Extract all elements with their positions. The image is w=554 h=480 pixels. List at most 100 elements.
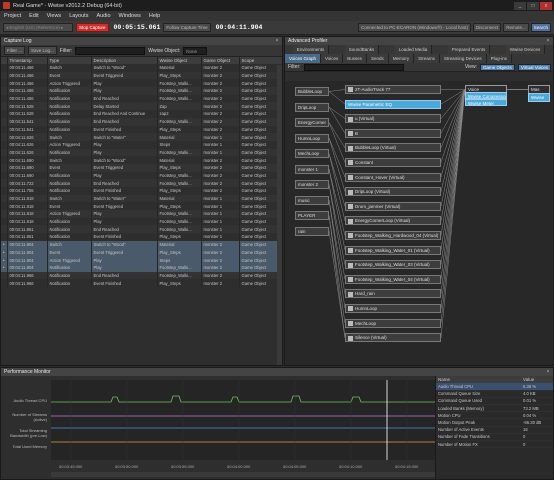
stat-row[interactable]: Command Queue Size 4.0 KB [436, 390, 553, 398]
stats-name-header[interactable]: Name [436, 376, 522, 383]
voice-node[interactable]: Footstep_Walking_Hardwood_04 (Virtual) [345, 231, 441, 240]
tab-voices[interactable]: Voices [321, 54, 344, 63]
menu-project[interactable]: Project [4, 13, 21, 19]
game-object-node[interactable]: PLAYER [295, 211, 329, 220]
close-icon[interactable]: × [543, 37, 553, 45]
stat-row[interactable]: Number of Active Events 16 [436, 426, 553, 434]
voice-node[interactable]: DripLoop (Virtual) [345, 187, 441, 197]
voice-node[interactable]: Silence (Virtual) [345, 333, 441, 343]
log-row[interactable]: 00:04:11.861 Notification Event Finished Pl… [1, 233, 282, 241]
log-row[interactable]: 00:04:11.818 Action Triggered Play Footstep… [1, 210, 282, 218]
stat-row[interactable]: Loaded Banks (Memory) 73.2 MB [436, 404, 553, 413]
log-row[interactable]: 00:04:11.626 Action Triggered Play Steps mon… [1, 140, 282, 149]
log-row[interactable]: 00:04:11.466 Notification End Reached Foots… [1, 94, 282, 103]
log-row[interactable]: 00:04:11.690 Notification Play Footstep_Wal… [1, 171, 282, 180]
capture-log-scrollbar[interactable] [277, 65, 282, 365]
menu-windows[interactable]: Windows [119, 13, 141, 19]
game-object-node[interactable]: DripLoop [295, 102, 329, 112]
tab-environments[interactable]: Environments [292, 45, 330, 54]
voice-node[interactable]: Wwise Parametric EQ [345, 99, 441, 109]
log-row[interactable]: 00:04:11.466 Switch Switch to "Wood" Materi… [1, 64, 282, 72]
profiler-filter-input[interactable] [303, 63, 404, 71]
game-object-node[interactable]: music [295, 195, 329, 205]
close-icon[interactable]: × [543, 368, 553, 376]
log-row[interactable]: 00:04:11.722 Notification End Reached Foots… [1, 179, 282, 187]
stat-row[interactable]: Command Queue Used 0.01 % [436, 397, 553, 406]
log-row[interactable]: 00:04:11.466 Action Triggered Play Footstep… [1, 79, 282, 88]
voice-node[interactable]: BubbleLoop (Virtual) [345, 143, 441, 153]
view-virtual-voices-toggle[interactable]: Virtual Voices [517, 63, 551, 71]
platform-selector[interactable]: ◂ English (US) (Reference) ▸ [3, 23, 73, 32]
bus-node[interactable]: Wwise Compressor [465, 92, 507, 99]
log-row[interactable]: 00:04:11.528 Notification Delay Started Zap… [1, 102, 282, 111]
log-row[interactable]: 00:04:11.528 Notification End Reached And … [1, 110, 282, 118]
log-row[interactable]: 00:04:11.690 Switch Switch to "Wood" Materi… [1, 156, 282, 164]
tab-memory[interactable]: Memory [388, 54, 415, 63]
log-column-header[interactable]: Game Object [201, 57, 240, 64]
perf-scrollbar[interactable] [51, 472, 435, 477]
close-button[interactable]: x [540, 1, 552, 10]
tab-voices-graph[interactable]: Voices Graph [285, 54, 322, 63]
log-row[interactable]: 00:04:11.626 Switch Switch to "Water" Mater… [1, 133, 282, 141]
maximize-button[interactable]: □ [527, 1, 539, 10]
game-object-node[interactable]: BubbleLoop [295, 87, 329, 96]
remote-button[interactable]: Remote... [503, 23, 529, 32]
search-button[interactable]: Search [530, 23, 551, 32]
save-log-button[interactable]: Save Log... [28, 46, 57, 55]
voice-node[interactable]: Drum_jammer (Virtual) [345, 201, 441, 211]
stat-row[interactable]: Audio Thread CPU 5.36 % [436, 383, 553, 391]
stop-capture-button[interactable]: Stop Capture [76, 23, 109, 32]
voice-node[interactable]: Constant_Hover (Virtual) [345, 172, 441, 182]
filter-input[interactable] [75, 46, 146, 55]
tab-streaming-devices[interactable]: Streaming Devices [439, 54, 487, 63]
stat-row[interactable]: Number of Fade Transitions 0 [436, 433, 553, 442]
log-column-header[interactable]: Scope [239, 57, 282, 64]
log-row[interactable]: 00:04:11.818 Notification Play Footstep_Wal… [1, 217, 282, 226]
tab-plug-ins[interactable]: Plug-ins [486, 54, 512, 63]
menu-layouts[interactable]: Layouts [69, 13, 88, 19]
tab-prepared-events[interactable]: Prepared Events [447, 45, 491, 54]
tab-wwise-devices[interactable]: Wwise Devices [505, 45, 546, 54]
log-row[interactable]: 00:04:11.466 Event Event Triggered Play_Ste… [1, 71, 282, 80]
log-column-header[interactable]: Wwise Object [157, 57, 202, 64]
log-row[interactable]: 00:04:11.755 Notification Event Finished Pl… [1, 187, 282, 195]
tab-busses[interactable]: Busses [343, 54, 368, 63]
master-bus-node[interactable]: Wwise [528, 93, 550, 102]
stat-row[interactable]: Number of Motion FX 0 [436, 440, 553, 449]
log-column-header[interactable]: Description [91, 57, 158, 64]
tab-sends[interactable]: Sends [367, 54, 389, 63]
log-column-header[interactable]: Timestamp [7, 57, 48, 64]
log-row[interactable]: • 00:04:11.904 Action Triggered Play Steps mo… [1, 256, 282, 264]
log-column-header[interactable]: Type [47, 57, 92, 64]
game-object-node[interactable]: MechLoop [295, 149, 329, 158]
log-row[interactable]: 00:04:11.626 Notification Play Footstep_Wal… [1, 148, 282, 157]
tab-loaded-media[interactable]: Loaded Media [394, 45, 433, 54]
log-row[interactable]: • 00:04:11.904 Event Event Triggered Play_St… [1, 248, 282, 257]
log-row[interactable]: 00:04:11.966 Notification End Reached Foots… [1, 271, 282, 280]
follow-capture-time-button[interactable]: Follow Capture Time [163, 23, 211, 32]
log-row[interactable]: 00:04:11.861 Notification End Reached Foots… [1, 225, 282, 234]
log-row[interactable]: 00:04:11.466 Notification Play Footstep_Wal… [1, 87, 282, 95]
perf-graph[interactable]: 00:03:45.000 00:03:50.000 00:03:55.000 00:0… [51, 380, 435, 472]
voice-node[interactable]: Footstep_Walking_Water_04 (Virtual) [345, 274, 441, 284]
disconnect-button[interactable]: Disconnect [472, 23, 502, 32]
stat-row[interactable]: Motion Output Peak -96.30 dB [436, 418, 553, 427]
wwise-object-select[interactable]: None [183, 46, 208, 55]
voice-node[interactable]: 2T-AudioTrack 77 [345, 85, 441, 94]
voice-node[interactable]: Footstep_Walking_Water_01 (Virtual) [345, 245, 441, 255]
minimize-button[interactable]: _ [514, 1, 526, 10]
log-row[interactable]: 00:04:11.818 Event Event Triggered Play_Ste… [1, 202, 282, 211]
voice-node[interactable]: Constant [345, 158, 441, 167]
menu-audio[interactable]: Audio [96, 13, 110, 19]
game-object-node[interactable]: rain [295, 226, 329, 236]
log-row[interactable]: 00:04:11.541 Notification Event Finished Pl… [1, 125, 282, 134]
voice-node[interactable]: EnergyCornerLoop (Virtual) [345, 216, 441, 226]
menu-views[interactable]: Views [47, 13, 62, 19]
menu-edit[interactable]: Edit [29, 13, 38, 19]
voice-node[interactable]: Footstep_Walking_Water_03 (Virtual) [345, 260, 441, 270]
game-object-node[interactable]: HumnLoop [295, 133, 329, 143]
voice-node[interactable]: u (Virtual) [345, 114, 441, 124]
log-row[interactable]: • 00:04:11.904 Switch Switch to "Wood" Mater… [1, 240, 282, 249]
voice-node[interactable]: Hard_rain [345, 289, 441, 299]
game-object-node[interactable]: monster 2 [295, 180, 329, 189]
